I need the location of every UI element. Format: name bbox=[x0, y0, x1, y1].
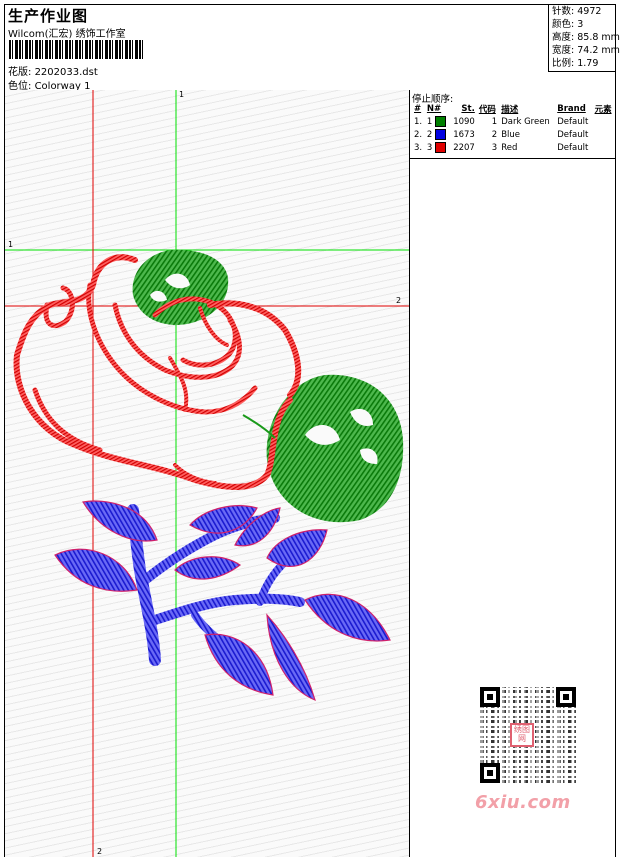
production-sheet: 生产作业图 Wilcom(汇宏) 绣饰工作室 花版: 2202033.dst 色… bbox=[4, 4, 620, 857]
stat-value: 1.79 bbox=[577, 58, 599, 69]
row-n: 1 bbox=[425, 115, 450, 128]
row-brand: Default bbox=[557, 142, 589, 153]
watermark-text: 6xiu.com bbox=[475, 792, 571, 813]
embroidery-design bbox=[5, 90, 409, 857]
table-row[interactable]: 2. 2 1673 2 Blue Default bbox=[412, 128, 615, 141]
row-n: 3 bbox=[425, 141, 450, 154]
row-stitches: 2207 bbox=[453, 142, 475, 153]
design-stats: 针数: 4972 颜色: 3 高度: 85.8 mm 宽度: 74.2 mm 比… bbox=[548, 5, 620, 72]
stat-width: 宽度: 74.2 mm bbox=[552, 44, 620, 57]
row-index: 2. bbox=[414, 129, 423, 140]
color-swatch bbox=[435, 116, 447, 127]
row-description: Blue bbox=[501, 129, 521, 140]
stat-label: 比例: bbox=[552, 58, 575, 69]
design-canvas[interactable]: 1 1 2 2 bbox=[5, 90, 410, 857]
col-n: N# bbox=[426, 104, 442, 114]
row-brand: Default bbox=[557, 129, 589, 140]
row-element bbox=[593, 128, 615, 141]
row-index: 3. bbox=[414, 142, 423, 153]
panel-divider bbox=[410, 158, 615, 159]
row-n: 2 bbox=[425, 128, 450, 141]
color-swatch bbox=[435, 129, 447, 140]
row-index: 1. bbox=[414, 116, 423, 127]
stop-sequence-panel: 停止顺序: # N# St. 代码 描述 Brand 元素 1. 1 1090 bbox=[410, 90, 615, 857]
stat-label: 宽度: bbox=[552, 45, 575, 56]
stat-height: 高度: 85.8 mm bbox=[552, 31, 620, 44]
guide-label-h1: 1 bbox=[8, 240, 14, 249]
barcode bbox=[9, 40, 144, 59]
table-row[interactable]: 3. 3 2207 3 Red Default bbox=[412, 141, 615, 154]
col-element: 元素 bbox=[594, 105, 612, 115]
table-header-row: # N# St. 代码 描述 Brand 元素 bbox=[412, 103, 615, 115]
stat-stitches: 针数: 4972 bbox=[552, 5, 615, 18]
guide-label-v2: 2 bbox=[97, 847, 103, 856]
row-element bbox=[593, 141, 615, 154]
bud-stem bbox=[242, 414, 276, 439]
col-brand: Brand bbox=[557, 104, 586, 114]
row-n-value: 3 bbox=[426, 143, 433, 153]
sheet-header: 生产作业图 Wilcom(汇宏) 绣饰工作室 花版: 2202033.dst 色… bbox=[5, 5, 620, 92]
col-code: 代码 bbox=[478, 105, 496, 115]
qr-code: 绣图网 bbox=[470, 685, 586, 789]
row-element bbox=[593, 115, 615, 128]
stat-label: 高度: bbox=[552, 32, 575, 43]
qr-finder-top-left bbox=[480, 687, 500, 707]
stat-colors: 颜色: 3 bbox=[552, 18, 615, 31]
guide-label-h2: 2 bbox=[396, 296, 402, 305]
row-n-value: 2 bbox=[426, 130, 433, 140]
blue-leaves bbox=[54, 500, 391, 702]
row-code: 3 bbox=[491, 142, 498, 153]
table-row[interactable]: 1. 1 1090 1 Dark Green Default bbox=[412, 115, 615, 128]
stat-value: 3 bbox=[577, 19, 584, 30]
watermark-badge: 绣图网 bbox=[510, 723, 534, 747]
stat-value: 4972 bbox=[577, 6, 602, 17]
stat-value: 74.2 mm bbox=[577, 45, 620, 56]
row-code: 1 bbox=[491, 116, 498, 127]
stat-scale: 比例: 1.79 bbox=[552, 57, 615, 70]
company-name: Wilcom(汇宏) 绣饰工作室 bbox=[8, 29, 126, 40]
col-description: 描述 bbox=[501, 105, 519, 115]
guide-label-v1: 1 bbox=[179, 90, 185, 99]
row-brand: Default bbox=[557, 116, 589, 127]
green-rosebuds bbox=[132, 249, 404, 523]
stat-label: 针数: bbox=[552, 6, 575, 17]
pattern-info: 花版: 2202033.dst bbox=[8, 63, 98, 78]
row-description: Dark Green bbox=[501, 116, 550, 127]
row-stitches: 1090 bbox=[453, 116, 475, 127]
col-index: # bbox=[414, 104, 422, 114]
stat-value: 85.8 mm bbox=[577, 32, 620, 43]
col-stitches: St. bbox=[461, 104, 475, 114]
stat-label: 颜色: bbox=[552, 19, 575, 30]
row-description: Red bbox=[501, 142, 518, 153]
row-n-value: 1 bbox=[426, 117, 433, 127]
qr-finder-bottom-left bbox=[480, 763, 500, 783]
stop-sequence-table: # N# St. 代码 描述 Brand 元素 1. 1 1090 1 Dark… bbox=[412, 103, 615, 154]
color-swatch bbox=[435, 142, 447, 153]
row-code: 2 bbox=[491, 129, 498, 140]
row-stitches: 1673 bbox=[453, 129, 475, 140]
qr-finder-top-right bbox=[556, 687, 576, 707]
sheet-title: 生产作业图 bbox=[8, 7, 89, 25]
